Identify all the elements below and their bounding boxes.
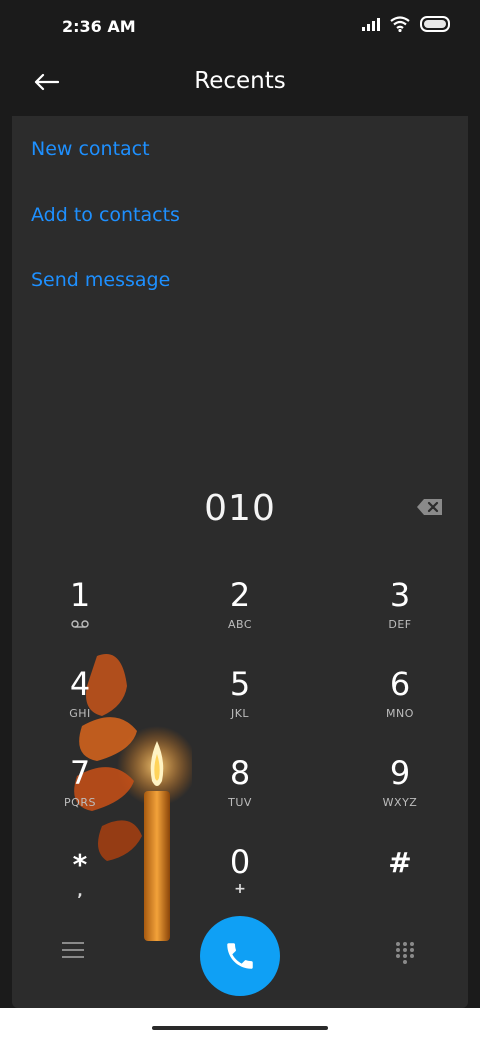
key-digit: 7 xyxy=(69,754,91,792)
battery-icon xyxy=(420,16,450,32)
key-letters: DEF xyxy=(388,618,412,631)
backspace-icon[interactable] xyxy=(416,497,444,517)
key-digit: 1 xyxy=(69,576,91,614)
key-letters: GHI xyxy=(69,707,91,720)
status-icons xyxy=(362,16,450,32)
status-bar: 2:36 AM xyxy=(0,0,480,56)
key-letters: JKL xyxy=(230,707,250,720)
dialed-number-display: 010 xyxy=(204,488,276,529)
key-letters: , xyxy=(77,884,83,900)
send-message-link[interactable]: Send message xyxy=(31,269,170,291)
voicemail-icon xyxy=(20,618,140,632)
key-star[interactable]: * , xyxy=(20,846,140,926)
key-7[interactable]: 7 PQRS xyxy=(20,754,140,834)
key-digit: 6 xyxy=(389,665,411,703)
key-symbol: * xyxy=(72,848,88,881)
key-digit: 2 xyxy=(229,576,251,614)
menu-icon[interactable] xyxy=(62,942,84,962)
home-indicator[interactable] xyxy=(152,1026,328,1030)
key-digit: 4 xyxy=(69,665,91,703)
key-symbol: # xyxy=(388,846,412,879)
key-digit: 8 xyxy=(229,754,251,792)
key-letters: TUV xyxy=(228,796,252,809)
key-letters: PQRS xyxy=(64,796,96,809)
key-9[interactable]: 9 WXYZ xyxy=(340,754,460,834)
key-letters: WXYZ xyxy=(382,796,418,809)
key-hash[interactable]: # xyxy=(340,844,460,924)
key-4[interactable]: 4 GHI xyxy=(20,665,140,745)
key-3[interactable]: 3 DEF xyxy=(340,576,460,656)
key-letters: ABC xyxy=(227,618,253,631)
key-8[interactable]: 8 TUV xyxy=(180,754,300,834)
key-letters: + xyxy=(234,881,246,897)
key-digit: 0 xyxy=(229,843,251,881)
new-contact-link[interactable]: New contact xyxy=(31,138,150,160)
key-0[interactable]: 0 + xyxy=(180,843,300,923)
key-2[interactable]: 2 ABC xyxy=(180,576,300,656)
signal-icon xyxy=(362,17,380,31)
app-header: Recents xyxy=(0,56,480,116)
key-5[interactable]: 5 JKL xyxy=(180,665,300,745)
key-1[interactable]: 1 xyxy=(20,576,140,656)
phone-screen: 2:36 AM Recents New contact Add to conta… xyxy=(0,0,480,1040)
add-to-contacts-link[interactable]: Add to contacts xyxy=(31,204,180,226)
dialpad-icon[interactable] xyxy=(396,942,416,966)
navigation-bar xyxy=(0,1008,480,1040)
page-title: Recents xyxy=(194,68,286,94)
call-button[interactable] xyxy=(200,916,280,996)
key-6[interactable]: 6 MNO xyxy=(340,665,460,745)
dialer-panel: New contact Add to contacts Send message xyxy=(12,116,468,1008)
wifi-icon xyxy=(390,16,410,32)
status-time: 2:36 AM xyxy=(62,17,136,36)
key-digit: 5 xyxy=(229,665,251,703)
phone-icon xyxy=(227,943,253,969)
key-digit: 3 xyxy=(389,576,411,614)
key-letters: MNO xyxy=(386,707,414,720)
key-digit: 9 xyxy=(389,754,411,792)
